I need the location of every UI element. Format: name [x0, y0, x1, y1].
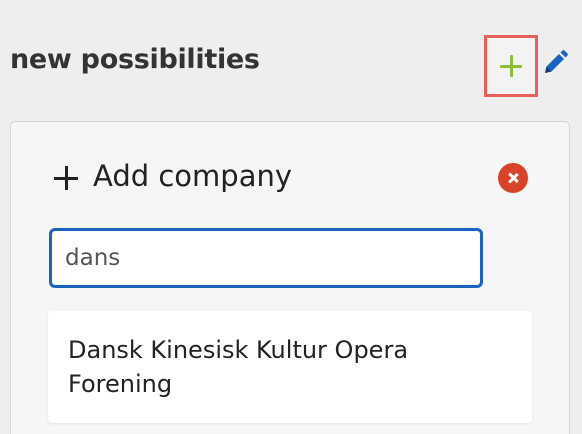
pencil-icon[interactable]: [539, 49, 569, 79]
plus-icon[interactable]: [500, 55, 522, 77]
panel-title: Add company: [93, 159, 293, 193]
company-search-input[interactable]: [49, 228, 483, 288]
plus-icon: [54, 166, 78, 190]
company-section: new possibilities Add company Dansk Kine…: [0, 0, 582, 434]
list-item[interactable]: Dansk Kinesisk Kultur Opera Forening: [48, 311, 532, 423]
close-icon[interactable]: [498, 163, 528, 193]
section-title: new possibilities: [10, 44, 260, 75]
result-name: Dansk Kinesisk Kultur Opera Forening: [68, 336, 409, 398]
